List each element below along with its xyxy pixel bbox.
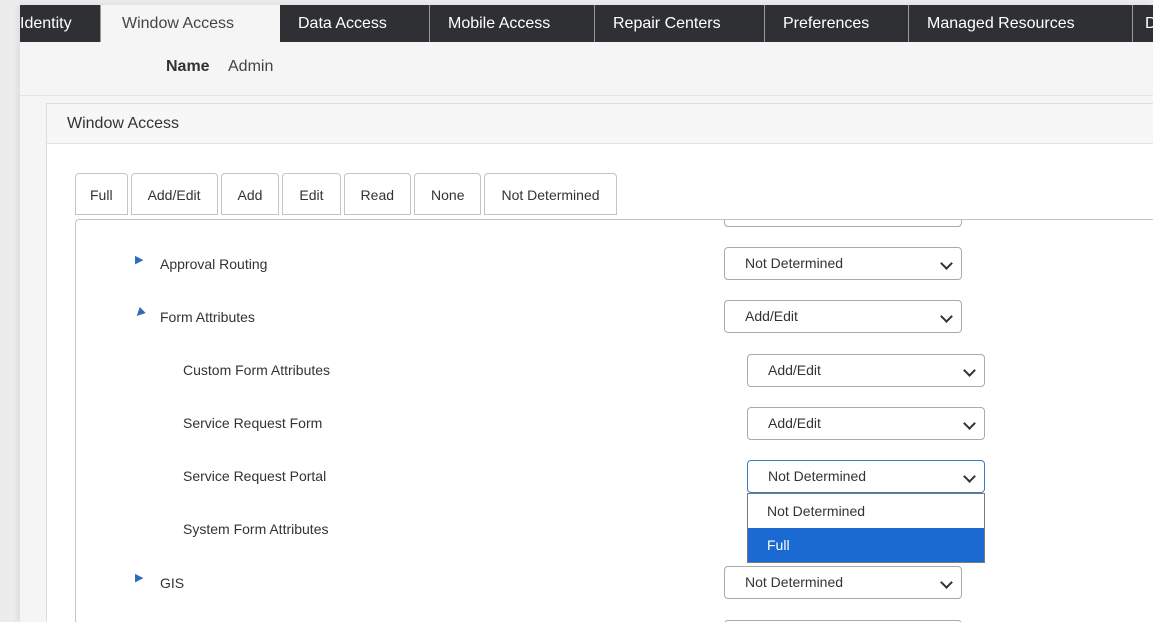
- approval-routing-select-value: Not Determined: [745, 255, 844, 271]
- add-edit-button[interactable]: Add/Edit: [130, 173, 218, 215]
- chevron-down-icon: [963, 364, 976, 377]
- service-request-portal-dropdown: Not Determined Full: [747, 493, 985, 563]
- dropdown-option-full[interactable]: Full: [748, 528, 984, 562]
- service-request-form-select-value: Add/Edit: [768, 415, 821, 431]
- form-attributes-select-value: Add/Edit: [745, 308, 798, 324]
- custom-form-attributes-select[interactable]: Add/Edit: [747, 354, 985, 387]
- none-button[interactable]: None: [414, 173, 482, 215]
- name-label: Name: [166, 58, 210, 75]
- tab-managed-resources[interactable]: Managed Resources: [909, 5, 1133, 42]
- tree-item-form-attributes: Form Attributes: [160, 309, 255, 325]
- tree-item-approval-routing: Approval Routing: [160, 256, 268, 272]
- window-access-tree: ▶ Approval Routing Not Determined ◀ Form…: [75, 219, 1153, 622]
- approval-routing-select[interactable]: Not Determined: [724, 247, 962, 280]
- tree-item-service-request-form: Service Request Form: [183, 415, 323, 431]
- service-request-portal-select[interactable]: Not Determined: [747, 460, 985, 493]
- chevron-down-icon: [940, 310, 953, 323]
- tab-mobile-access[interactable]: Mobile Access: [430, 5, 595, 42]
- expand-triangle-right-icon[interactable]: ▶: [135, 253, 143, 266]
- access-level-buttons: Full Add/Edit Add Edit Read None Not Det…: [75, 173, 620, 215]
- access-select-partial[interactable]: [724, 220, 962, 227]
- service-request-portal-select-value: Not Determined: [768, 468, 867, 484]
- full-button[interactable]: Full: [75, 173, 128, 215]
- gis-select[interactable]: Not Determined: [724, 566, 962, 599]
- collapse-triangle-icon[interactable]: ◀: [132, 305, 146, 320]
- form-attributes-select[interactable]: Add/Edit: [724, 300, 962, 333]
- tab-data-access[interactable]: Data Access: [280, 5, 430, 42]
- tab-repair-centers[interactable]: Repair Centers: [595, 5, 765, 42]
- dropdown-option-not-determined[interactable]: Not Determined: [748, 494, 984, 528]
- tab-preferences[interactable]: Preferences: [765, 5, 909, 42]
- app-window: Identity Window Access Data Access Mobil…: [20, 5, 1153, 622]
- tab-identity[interactable]: Identity: [20, 5, 101, 42]
- panel-title: Window Access: [47, 104, 1153, 144]
- tree-item-gis: GIS: [160, 575, 185, 591]
- chevron-down-icon: [963, 470, 976, 483]
- window-access-panel: Window Access Full Add/Edit Add Edit Rea…: [46, 103, 1153, 622]
- gis-select-value: Not Determined: [745, 574, 844, 590]
- chevron-down-icon: [940, 257, 953, 270]
- tree-item-system-form-attributes: System Form Attributes: [183, 521, 329, 537]
- expand-triangle-right-icon[interactable]: ▶: [135, 571, 143, 584]
- chevron-down-icon: [963, 417, 976, 430]
- add-button[interactable]: Add: [220, 173, 280, 215]
- chevron-down-icon: [940, 576, 953, 589]
- tree-item-custom-form-attributes: Custom Form Attributes: [183, 362, 331, 378]
- edit-button[interactable]: Edit: [282, 173, 341, 215]
- name-row: Name Admin: [20, 42, 1153, 96]
- tab-window-access[interactable]: Window Access: [101, 5, 280, 42]
- service-request-form-select[interactable]: Add/Edit: [747, 407, 985, 440]
- tab-more[interactable]: D: [1133, 5, 1153, 42]
- custom-form-attributes-select-value: Add/Edit: [768, 362, 821, 378]
- name-value: Admin: [228, 58, 274, 75]
- read-button[interactable]: Read: [343, 173, 412, 215]
- tree-item-service-request-portal: Service Request Portal: [183, 468, 327, 484]
- not-determined-button[interactable]: Not Determined: [484, 173, 617, 215]
- tab-bar: Identity Window Access Data Access Mobil…: [20, 5, 1153, 42]
